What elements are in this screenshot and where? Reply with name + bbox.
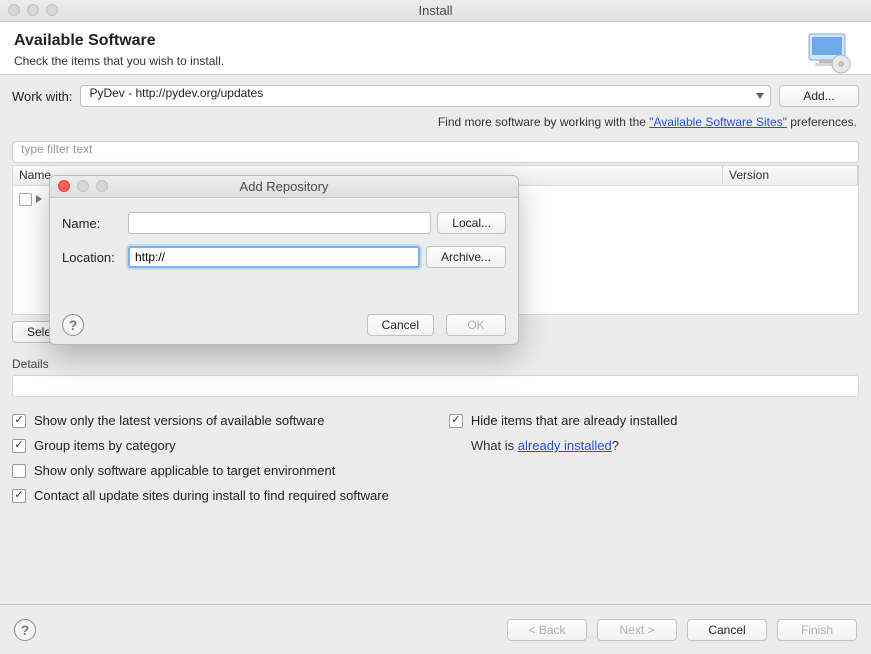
opt-latest-versions[interactable]: Show only the latest versions of availab… — [12, 413, 389, 428]
checkbox-icon — [12, 439, 26, 453]
expand-icon[interactable] — [36, 195, 42, 203]
wizard-header: Available Software Check the items that … — [0, 22, 871, 75]
name-label: Name: — [62, 216, 122, 231]
opt-group-by-category[interactable]: Group items by category — [12, 438, 389, 453]
available-software-sites-link[interactable]: "Available Software Sites" — [649, 115, 787, 129]
wizard-footer: ? < Back Next > Cancel Finish — [0, 604, 871, 654]
dialog-ok-button[interactable]: OK — [446, 314, 506, 336]
checkbox-icon — [12, 414, 26, 428]
page-subtitle: Check the items that you wish to install… — [14, 54, 857, 68]
minimize-icon[interactable] — [27, 4, 39, 16]
next-button[interactable]: Next > — [597, 619, 677, 641]
filter-input[interactable]: type filter text — [12, 141, 859, 163]
back-button[interactable]: < Back — [507, 619, 587, 641]
local-button[interactable]: Local... — [437, 212, 506, 234]
name-field[interactable] — [128, 212, 431, 234]
add-repository-button[interactable]: Add... — [779, 85, 859, 107]
install-icon — [807, 30, 853, 76]
column-version[interactable]: Version — [723, 166, 858, 185]
checkbox-icon — [449, 414, 463, 428]
window-title: Install — [419, 3, 453, 18]
opt-target-env[interactable]: Show only software applicable to target … — [12, 463, 389, 478]
dialog-cancel-button[interactable]: Cancel — [367, 314, 434, 336]
checkbox-icon — [12, 489, 26, 503]
opt-hide-installed[interactable]: Hide items that are already installed — [449, 413, 678, 428]
dialog-help-icon[interactable]: ? — [62, 314, 84, 336]
details-box — [12, 375, 859, 397]
window-titlebar: Install — [0, 0, 871, 22]
dialog-zoom-icon — [96, 180, 108, 192]
page-title: Available Software — [14, 32, 857, 50]
row-checkbox[interactable] — [19, 193, 32, 206]
cancel-button[interactable]: Cancel — [687, 619, 767, 641]
finish-button[interactable]: Finish — [777, 619, 857, 641]
work-with-combo[interactable]: PyDev - http://pydev.org/updates — [80, 85, 771, 107]
location-label: Location: — [62, 250, 122, 265]
software-sites-hint: Find more software by working with the "… — [12, 115, 857, 129]
opt-contact-sites[interactable]: Contact all update sites during install … — [12, 488, 389, 503]
dialog-titlebar: Add Repository — [50, 176, 518, 198]
archive-button[interactable]: Archive... — [426, 246, 506, 268]
window-traffic-lights — [8, 4, 58, 16]
dialog-close-icon[interactable] — [58, 180, 70, 192]
dialog-minimize-icon — [77, 180, 89, 192]
help-icon[interactable]: ? — [14, 619, 36, 641]
whatis-installed: What is already installed? — [449, 438, 678, 453]
zoom-icon[interactable] — [46, 4, 58, 16]
dialog-title: Add Repository — [240, 179, 329, 194]
details-label: Details — [12, 357, 859, 371]
already-installed-link[interactable]: already installed — [518, 438, 612, 453]
add-repository-dialog: Add Repository Name: Local... Location: … — [49, 175, 519, 345]
close-icon[interactable] — [8, 4, 20, 16]
work-with-value: PyDev - http://pydev.org/updates — [89, 86, 263, 100]
location-field[interactable] — [128, 246, 420, 268]
checkbox-icon — [12, 464, 26, 478]
work-with-label: Work with: — [12, 89, 72, 104]
